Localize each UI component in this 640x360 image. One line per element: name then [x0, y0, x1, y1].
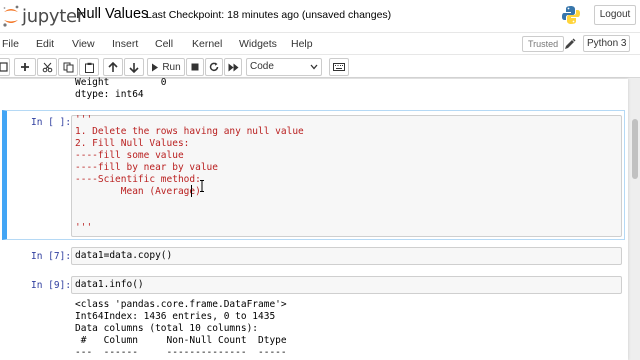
menubar: File Edit View Insert Cell Kernel Widget…	[0, 32, 640, 54]
code-line: '''	[75, 222, 93, 233]
code-line: '''	[75, 114, 93, 125]
menu-view[interactable]: View	[72, 38, 95, 50]
code-line: data1.info()	[75, 279, 144, 290]
output-line: Data columns (total 10 columns):	[75, 323, 259, 334]
trusted-indicator[interactable]: Trusted	[522, 36, 565, 52]
python-logo-icon	[561, 5, 581, 25]
caret	[191, 185, 192, 197]
paste-button[interactable]	[79, 58, 99, 76]
restart-icon	[209, 62, 219, 72]
move-down-button[interactable]	[124, 58, 144, 76]
save-status: (unsaved changes)	[301, 9, 392, 21]
cell-type-select[interactable]: Code	[246, 58, 322, 76]
code-line: ----fill some value	[75, 150, 184, 161]
run-button[interactable]: Run	[147, 58, 185, 76]
vertical-scrollbar[interactable]	[631, 79, 640, 360]
notebook-header: jupyter Null Values Last Checkpoint: 18 …	[0, 0, 640, 32]
interrupt-button[interactable]	[186, 58, 204, 76]
fast-forward-icon	[228, 63, 238, 71]
code-line: 2. Fill Null Values:	[75, 138, 190, 149]
code-line: data1=data.copy()	[75, 250, 173, 261]
output-line: <class 'pandas.core.frame.DataFrame'>	[75, 299, 287, 310]
menu-edit[interactable]: Edit	[36, 38, 54, 50]
restart-run-all-button[interactable]	[224, 58, 242, 76]
menu-file[interactable]: File	[2, 38, 19, 50]
menu-kernel[interactable]: Kernel	[192, 38, 222, 50]
code-input[interactable]: data1.info()	[71, 276, 622, 294]
cell-prompt: In [7]:	[31, 251, 72, 262]
checkpoint-label: Last Checkpoint:	[146, 9, 225, 21]
code-line: 1. Delete the rows having any null value	[75, 126, 304, 137]
save-icon	[0, 62, 8, 72]
output-line: # Column Non-Null Count Dtype	[75, 335, 287, 346]
cut-button[interactable]	[37, 58, 57, 76]
notebook-title[interactable]: Null Values	[76, 6, 148, 22]
i-beam-cursor-icon	[199, 180, 205, 192]
checkpoint-time: 18 minutes ago	[227, 9, 299, 21]
insert-cell-button[interactable]	[14, 58, 36, 76]
keyboard-icon	[333, 63, 345, 71]
cell-prompt: In [9]:	[31, 280, 72, 291]
menu-insert[interactable]: Insert	[112, 38, 138, 50]
scrollbar-thumb[interactable]	[632, 119, 638, 179]
code-line: ----fill by near by value	[75, 162, 218, 173]
menu-widgets[interactable]: Widgets	[239, 38, 277, 50]
menu-cell[interactable]: Cell	[155, 38, 173, 50]
command-palette-button[interactable]	[329, 58, 349, 76]
cell-type-value: Code	[250, 61, 274, 72]
edit-pencil-icon[interactable]	[563, 37, 577, 51]
move-up-button[interactable]	[103, 58, 123, 76]
copy-icon	[63, 62, 73, 72]
kernel-indicator[interactable]: Python 3	[583, 35, 631, 52]
code-input[interactable]: data1=data.copy()	[71, 247, 622, 265]
prev-output-line: Weight 0	[75, 77, 167, 88]
code-line: ----Scientific method:	[75, 174, 201, 185]
output-line: --- ------ -------------- -----	[75, 347, 287, 358]
cell-prompt: In [ ]:	[31, 117, 72, 128]
restart-button[interactable]	[205, 58, 223, 76]
arrow-down-icon	[129, 62, 139, 73]
plus-icon	[21, 63, 29, 71]
toolbar: Run Code	[0, 54, 640, 78]
jupyter-logo-icon	[2, 4, 20, 28]
scissors-icon	[42, 62, 52, 72]
checkpoint-status: Last Checkpoint: 18 minutes ago (unsaved…	[146, 9, 391, 21]
code-line: Mean (Average)	[75, 186, 201, 197]
copy-button[interactable]	[58, 58, 78, 76]
code-input[interactable]: ''' 1. Delete the rows having any null v…	[71, 114, 622, 237]
stop-icon	[191, 63, 199, 71]
chevron-down-icon	[310, 64, 318, 70]
output-line: Int64Index: 1436 entries, 0 to 1435	[75, 311, 276, 322]
notebook-page: Weight 0 dtype: int64 In [ ]: ''' 1. Del…	[0, 77, 628, 360]
run-label: Run	[162, 61, 181, 73]
paste-icon	[84, 62, 94, 73]
arrow-up-icon	[108, 61, 118, 72]
logout-button[interactable]: Logout	[594, 5, 636, 25]
menu-help[interactable]: Help	[291, 38, 313, 50]
notebook-area: Weight 0 dtype: int64 In [ ]: ''' 1. Del…	[0, 77, 640, 360]
jupyter-logo-text: jupyter	[22, 5, 84, 27]
play-icon	[152, 63, 159, 71]
prev-output-line: dtype: int64	[75, 89, 144, 100]
save-button[interactable]	[0, 58, 10, 76]
jupyter-logo[interactable]: jupyter	[2, 4, 84, 28]
